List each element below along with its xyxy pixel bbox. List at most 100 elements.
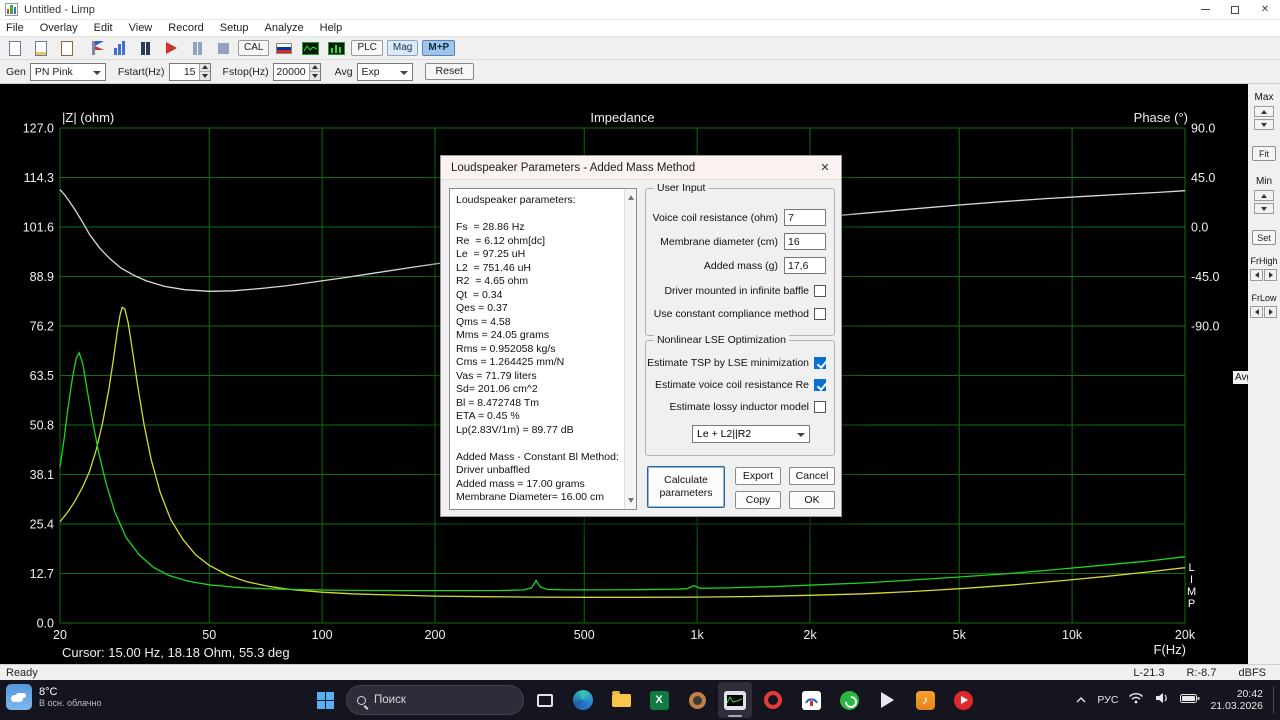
wifi-icon[interactable] [1128, 691, 1144, 709]
min-increase-button[interactable] [1254, 190, 1274, 201]
maximize-button[interactable] [1220, 0, 1250, 19]
window-icon [537, 694, 553, 707]
volume-icon[interactable] [1154, 691, 1170, 709]
right-axis-title: Phase (°) [1060, 110, 1188, 125]
frhigh-right-button[interactable] [1264, 269, 1277, 281]
taskbar-app-media-player[interactable] [870, 682, 904, 718]
menu-setup[interactable]: Setup [212, 22, 257, 34]
show-desktop-button[interactable] [1273, 686, 1276, 714]
language-flag-icon[interactable] [273, 38, 295, 58]
fstart-stepper[interactable]: 15 [169, 63, 211, 81]
fstop-spin-buttons[interactable] [309, 64, 320, 80]
dialog-close-button[interactable]: ✕ [809, 156, 841, 179]
menu-analyze[interactable]: Analyze [256, 22, 311, 34]
voice-coil-resistance-label: Voice coil resistance (ohm) [652, 212, 778, 224]
fstart-spin-buttons[interactable] [199, 64, 210, 80]
record-pause-icon[interactable] [186, 38, 208, 58]
inductor-model-select[interactable]: Le + L2||R2 [692, 425, 810, 443]
menu-record[interactable]: Record [160, 22, 211, 34]
max-increase-button[interactable] [1254, 106, 1274, 117]
min-decrease-button[interactable] [1254, 203, 1274, 214]
record-stop-icon[interactable] [212, 38, 234, 58]
estimate-re-checkbox[interactable] [814, 379, 826, 391]
z-tick-label: 127.0 [23, 122, 54, 136]
status-left-level: L-21.3 [1133, 667, 1164, 679]
taskbar-app-window[interactable] [528, 682, 562, 718]
menu-overlay[interactable]: Overlay [32, 22, 86, 34]
lossy-inductor-checkbox[interactable] [814, 401, 826, 413]
start-button[interactable] [308, 683, 342, 717]
marker-flag-icon[interactable] [82, 38, 104, 58]
tray-clock[interactable]: 20:42 21.03.2026 [1210, 688, 1263, 712]
frlow-right-button[interactable] [1264, 306, 1277, 318]
averaging-select[interactable]: Exp [357, 63, 413, 81]
reset-button[interactable]: Reset [425, 63, 474, 80]
dialog-title-bar: Loudspeaker Parameters - Added Mass Meth… [441, 156, 841, 180]
membrane-diameter-field[interactable] [784, 233, 826, 250]
minimize-button[interactable] [1190, 0, 1220, 19]
membrane-diameter-label: Membrane diameter (cm) [652, 236, 778, 248]
spectrum-curve-icon[interactable] [299, 38, 321, 58]
fstop-stepper[interactable]: 20000 [273, 63, 321, 81]
main-toolbar: CAL PLC Mag M+P [0, 37, 1280, 60]
play-icon [881, 692, 894, 708]
record-start-icon[interactable] [160, 38, 182, 58]
magnitude-view-button[interactable]: Mag [387, 40, 418, 56]
left-arrow-icon [1252, 272, 1259, 278]
taskbar-app-opera[interactable] [756, 682, 790, 718]
search-placeholder: Поиск [374, 694, 406, 706]
menu-file[interactable]: File [0, 22, 32, 34]
calculate-parameters-button[interactable]: Calculate parameters [647, 466, 725, 508]
open-file-icon[interactable] [30, 38, 52, 58]
freq-tick-label: 20 [53, 628, 67, 642]
frhigh-left-button[interactable] [1250, 269, 1263, 281]
set-button[interactable]: Set [1252, 230, 1276, 245]
down-arrow-icon [1261, 207, 1267, 214]
menu-edit[interactable]: Edit [86, 22, 121, 34]
taskbar-app-limp-active[interactable] [718, 682, 752, 718]
ok-button[interactable]: OK [789, 491, 835, 509]
z-tick-label: 76.2 [30, 320, 54, 334]
menu-help[interactable]: Help [312, 22, 351, 34]
added-mass-field[interactable] [784, 257, 826, 274]
plc-button[interactable]: PLC [351, 40, 382, 56]
taskbar-app-excel[interactable]: X [642, 682, 676, 718]
fit-button[interactable]: Fit [1252, 146, 1276, 161]
taskbar-app-settings[interactable] [680, 682, 714, 718]
constant-compliance-checkbox[interactable] [814, 308, 826, 320]
tray-chevron-icon[interactable] [1075, 691, 1087, 709]
max-decrease-button[interactable] [1254, 119, 1274, 130]
estimate-tsp-checkbox[interactable] [814, 357, 826, 369]
weather-widget[interactable]: 8°C В осн. облачно [6, 684, 101, 710]
save-file-icon[interactable] [56, 38, 78, 58]
new-file-icon[interactable] [4, 38, 26, 58]
pause-bars-icon[interactable] [134, 38, 156, 58]
taskbar-app-explorer[interactable] [604, 682, 638, 718]
taskbar-app-edge[interactable] [566, 682, 600, 718]
infinite-baffle-checkbox[interactable] [814, 285, 826, 297]
battery-icon[interactable] [1180, 691, 1200, 709]
weather-icon [6, 684, 32, 710]
language-indicator[interactable]: РУС [1097, 694, 1118, 706]
taskbar-app-whatsapp[interactable] [832, 682, 866, 718]
taskbar-app-rew[interactable] [794, 682, 828, 718]
voice-coil-resistance-field[interactable] [784, 209, 826, 226]
calibrate-button[interactable]: CAL [238, 40, 269, 56]
copy-button[interactable]: Copy [735, 491, 781, 509]
menu-view[interactable]: View [121, 22, 161, 34]
search-box[interactable]: Поиск [346, 685, 524, 715]
freq-tick-label: 2k [803, 628, 817, 642]
spin-down-icon [202, 74, 208, 81]
gear-icon [689, 692, 706, 709]
export-button[interactable]: Export [735, 467, 781, 485]
taskbar-app-yandex-music[interactable] [946, 682, 980, 718]
parameters-scrollbar[interactable] [624, 189, 636, 509]
frlow-left-button[interactable] [1250, 306, 1263, 318]
close-button[interactable]: ✕ [1250, 0, 1280, 19]
generator-type-select[interactable]: PN Pink [30, 63, 106, 81]
cancel-button[interactable]: Cancel [789, 467, 835, 485]
spectrum-bars-icon[interactable] [325, 38, 347, 58]
magnitude-phase-view-button[interactable]: M+P [422, 40, 455, 56]
bar-graph-icon[interactable] [108, 38, 130, 58]
taskbar-app-music[interactable]: ♪ [908, 682, 942, 718]
